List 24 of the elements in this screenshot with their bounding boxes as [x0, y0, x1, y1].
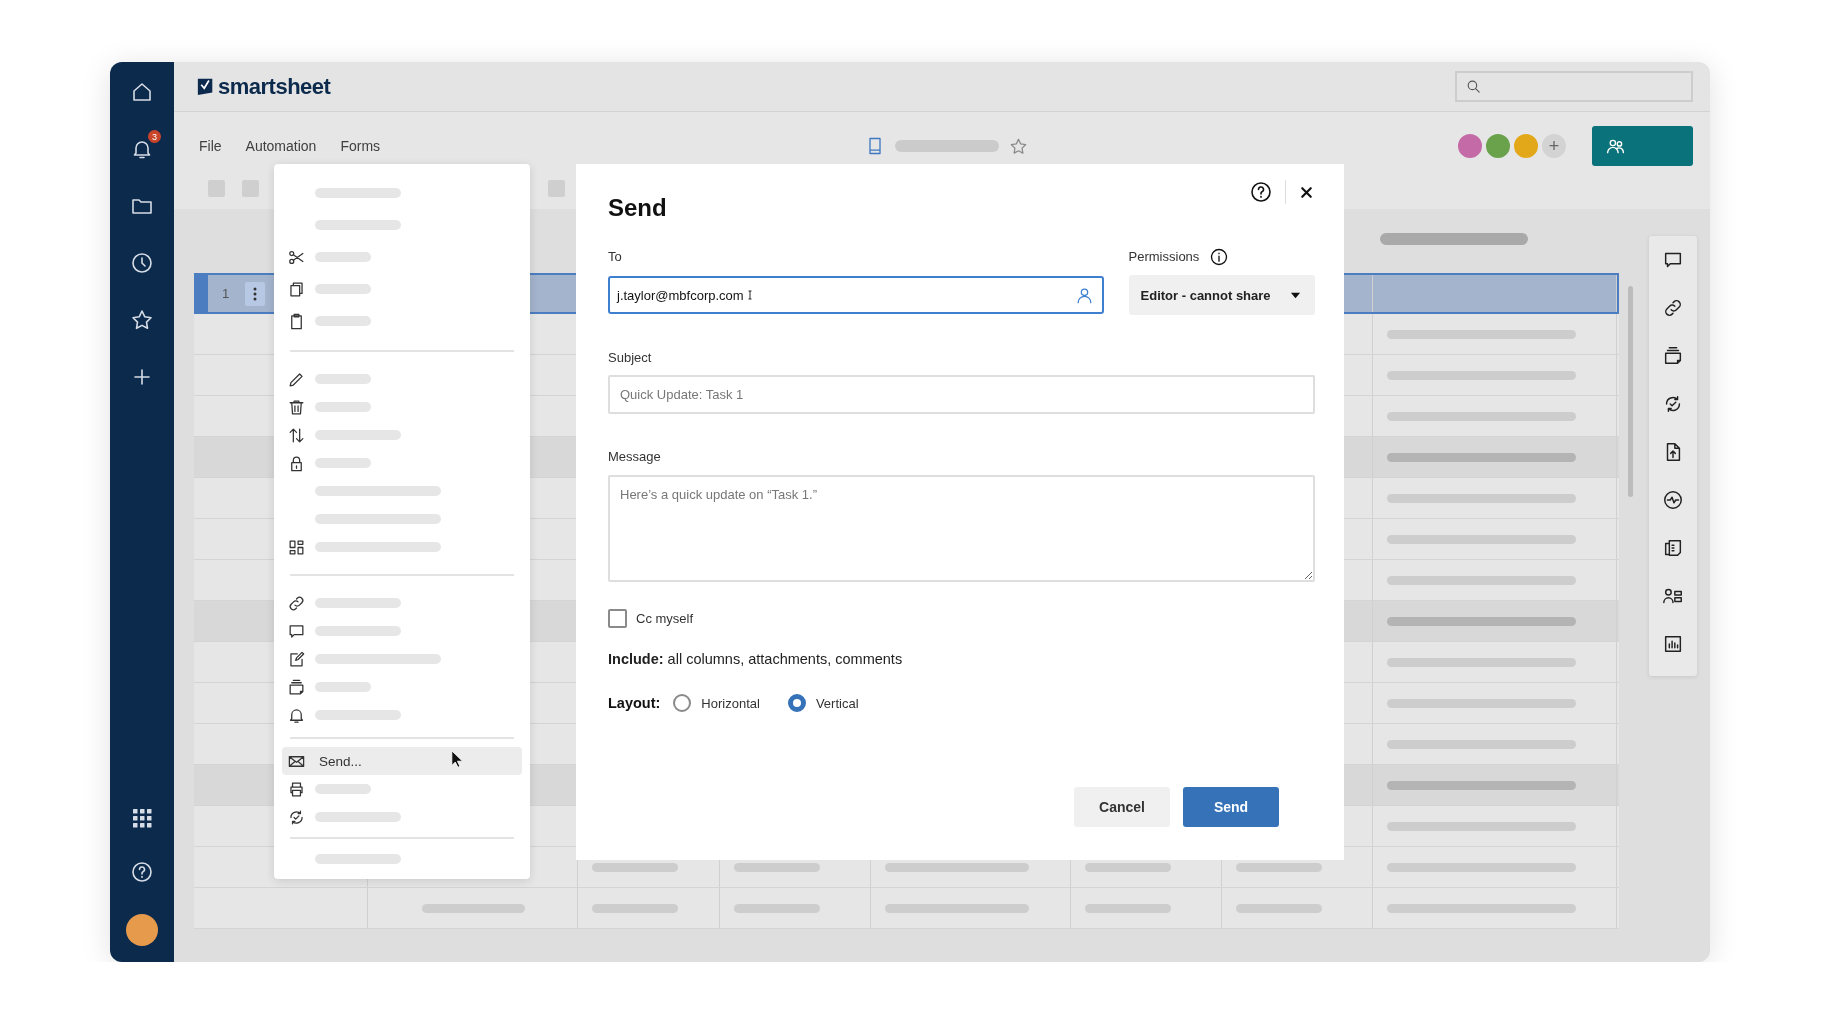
radio-label: Horizontal	[701, 695, 760, 711]
menu-item[interactable]: File	[199, 138, 222, 154]
add-collaborator-button[interactable]: +	[1540, 132, 1568, 160]
layout-label: Layout:	[608, 695, 661, 711]
field-label: Message	[608, 448, 662, 466]
field-label: Permissions	[1128, 248, 1200, 266]
permissions-dropdown[interactable]: Editor - cannot share	[1128, 275, 1315, 315]
include-summary: Include: all columns, attachments, comments	[608, 650, 904, 668]
field-label: Subject	[608, 349, 653, 367]
cancel-button[interactable]: Cancel	[1074, 787, 1170, 827]
dialog-title: Send	[608, 194, 667, 222]
notification-badge: 3	[148, 130, 161, 143]
subject-field[interactable]: Quick Update: Task 1	[608, 375, 1315, 414]
menu-item[interactable]: Automation	[245, 138, 317, 154]
email-field[interactable]: j.taylor@mbfcorp.com	[608, 276, 1104, 314]
field-label: To	[608, 248, 623, 266]
checkbox-label: Cc myself	[636, 611, 694, 626]
logo-text: smartsheet	[218, 73, 331, 100]
radio-label: Vertical	[815, 695, 859, 711]
row-number: 1	[222, 286, 231, 301]
message-field[interactable]: Here’s a quick update on “Task 1.”	[608, 475, 1315, 582]
menu-item[interactable]: Send...	[282, 747, 522, 775]
menu-item[interactable]: Forms	[340, 138, 381, 154]
send-button[interactable]: Send	[1183, 787, 1279, 827]
